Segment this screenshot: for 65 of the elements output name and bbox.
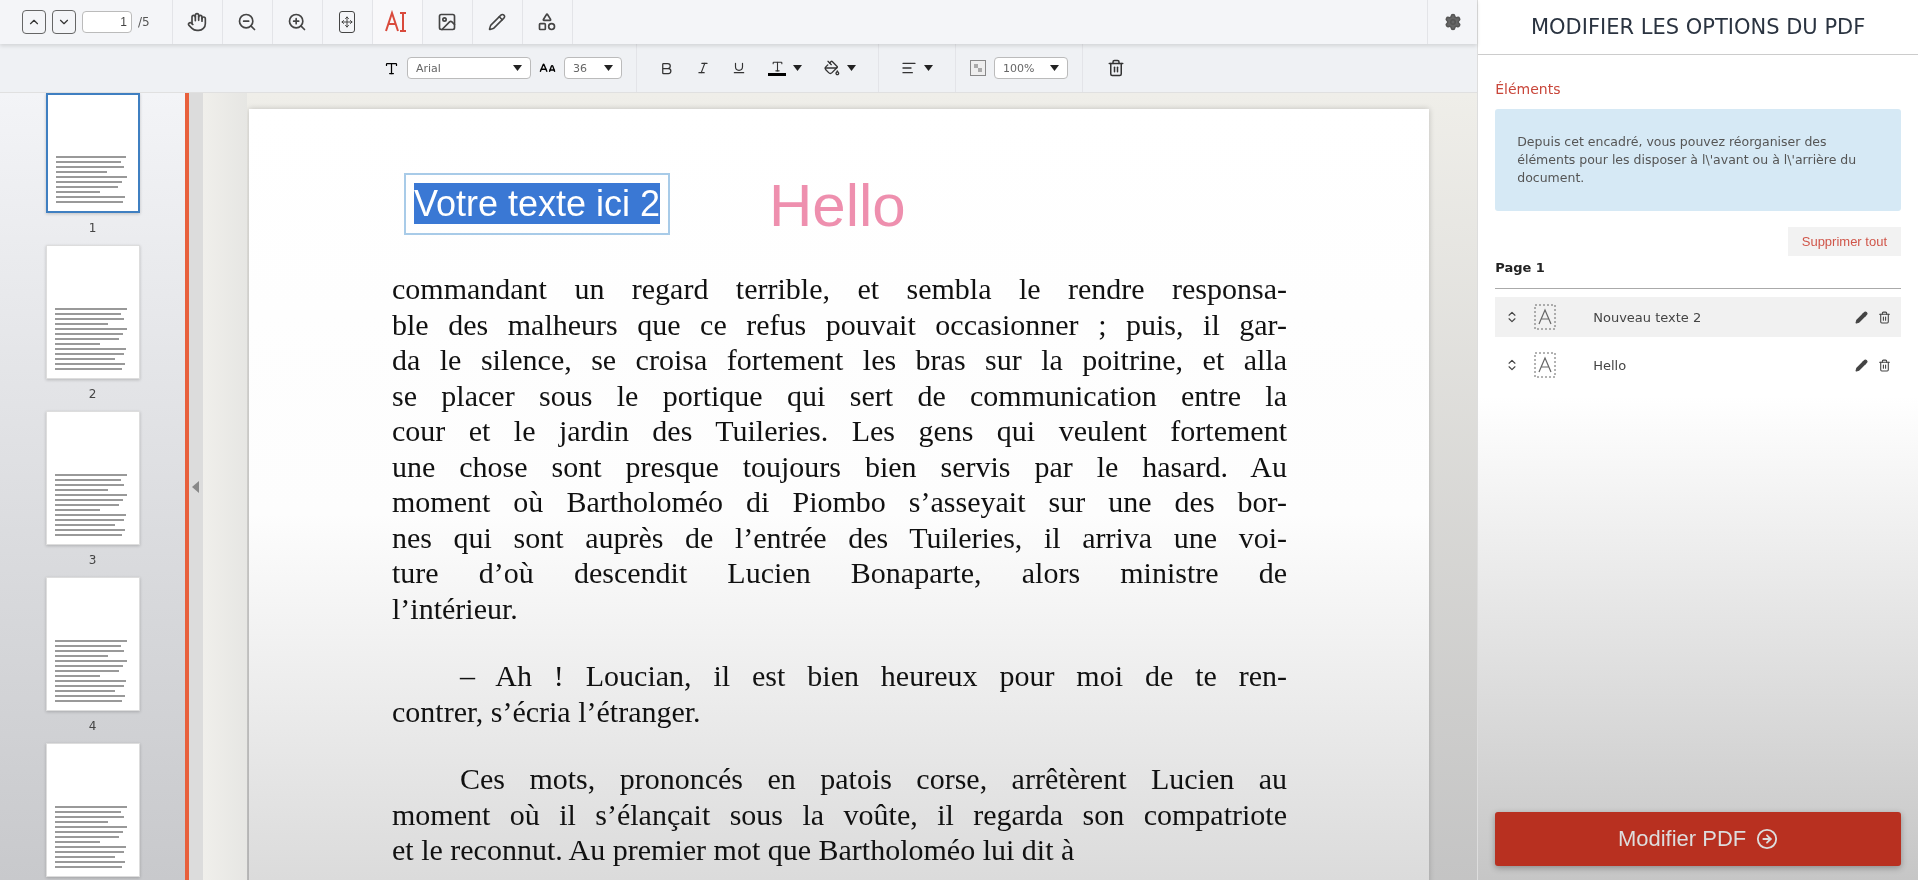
submit-button[interactable]: Modifier PDF [1495, 812, 1901, 866]
image-icon [437, 12, 458, 32]
info-box: Depuis cet encadré, vous pouvez réorganiser des éléments pour les disposer à l\'avant ou à l\'arrière du document. [1495, 109, 1901, 211]
pencil-icon [488, 13, 507, 31]
caret-icon [924, 65, 933, 71]
caret-icon [1050, 65, 1059, 71]
element-name: Hello [1593, 357, 1628, 373]
italic-icon [696, 61, 710, 75]
move-icon [339, 11, 356, 33]
section-heading: Éléments [1495, 81, 1562, 97]
align-button[interactable] [901, 60, 933, 76]
align-left-icon [901, 60, 917, 76]
underline-button[interactable] [732, 61, 746, 75]
edit-icon[interactable] [1855, 310, 1868, 324]
delete-all-button[interactable]: Supprimer tout [1787, 227, 1901, 256]
zoom-out-icon [237, 12, 258, 32]
bold-icon [659, 60, 674, 76]
trash-icon [1107, 59, 1125, 77]
paragraph: commandant un regard terrible, et sembla le rendre responsa- ble des malheurs que ce refus pouvait occasionner ; puis, il gar- da le silence, se croisa fortement les bras sur la poitrine, et alla se placer sous le portique qui sert de communication entre la cour et le jardin des Tuileries. Les gens qui veulent fortement une chose sont presque toujours bien servis par le hasard. Au moment où Bartholoméo di Piombo s’asseyait sur une des bor- nes qui sont auprès de l’entrée des Tuileries, il arriva une voi- ture d’où descendit Lucien Bonaparte, alors ministre de l’intérieur. [392, 271, 1287, 626]
page-thumbnail[interactable] [45, 93, 140, 213]
paragraph: Ces mots, prononcés en patois corse, arrêtèrent Lucien au moment où il s’élançait sous la voûte, il regarda son compatriote et le reconnut. Au premier mot que Bartholoméo lui dit à [392, 761, 1287, 868]
element-name: Nouveau texte 2 [1593, 309, 1703, 325]
page-heading: Page 1 [1495, 260, 1901, 289]
element-row[interactable]: Nouveau texte 2 [1495, 297, 1901, 337]
font-select[interactable]: Arial [407, 57, 531, 79]
page-count: /5 [138, 15, 150, 29]
fill-color-button[interactable] [824, 60, 856, 76]
thumbnail-number: 1 [88, 221, 97, 235]
zoom-in-icon [287, 12, 308, 32]
thumbnail-number: 4 [88, 719, 97, 733]
text-box[interactable]: Votre texte ici 2 [404, 173, 671, 235]
edit-icon[interactable] [1855, 358, 1868, 372]
panel-title: MODIFIER LES OPTIONS DU PDF [1478, 0, 1918, 55]
thumbnail-number: 3 [88, 553, 97, 567]
font-size-select[interactable]: 36 [564, 57, 622, 79]
shapes-icon [537, 12, 558, 32]
gear-icon [1443, 13, 1462, 31]
caret-icon [793, 65, 802, 71]
previous-page-button[interactable] [22, 10, 46, 34]
delete-button[interactable] [1107, 59, 1125, 77]
italic-button[interactable] [696, 61, 710, 75]
caret-icon [604, 65, 613, 71]
text-element-icon [1533, 351, 1558, 379]
opacity-icon [970, 60, 986, 76]
paragraph: – Ah ! Loucian, il est bien heureux pour moi de te ren- contrer, s’écria l’étranger. [392, 658, 1287, 729]
underline-icon [732, 61, 746, 75]
caret-icon [513, 65, 522, 71]
arrow-right-icon [1756, 828, 1779, 850]
hand-icon [187, 12, 208, 32]
bold-button[interactable] [659, 60, 674, 76]
text-element-icon [1533, 303, 1558, 331]
opacity-select[interactable]: 100% [994, 57, 1068, 79]
delete-icon[interactable] [1878, 358, 1891, 372]
element-row[interactable]: Hello [1495, 345, 1901, 385]
collapse-icon[interactable] [192, 480, 199, 493]
thumbnail-number: 2 [88, 387, 97, 401]
paint-bucket-icon [824, 60, 840, 76]
text-color-button[interactable] [768, 60, 802, 76]
font-icon [384, 60, 399, 76]
delete-icon[interactable] [1878, 310, 1891, 324]
text-tool-button[interactable] [372, 0, 423, 44]
text-color-icon [770, 60, 784, 73]
caret-icon [847, 65, 856, 71]
next-page-button[interactable] [52, 10, 76, 34]
page-number-field[interactable]: 1 [82, 11, 132, 33]
